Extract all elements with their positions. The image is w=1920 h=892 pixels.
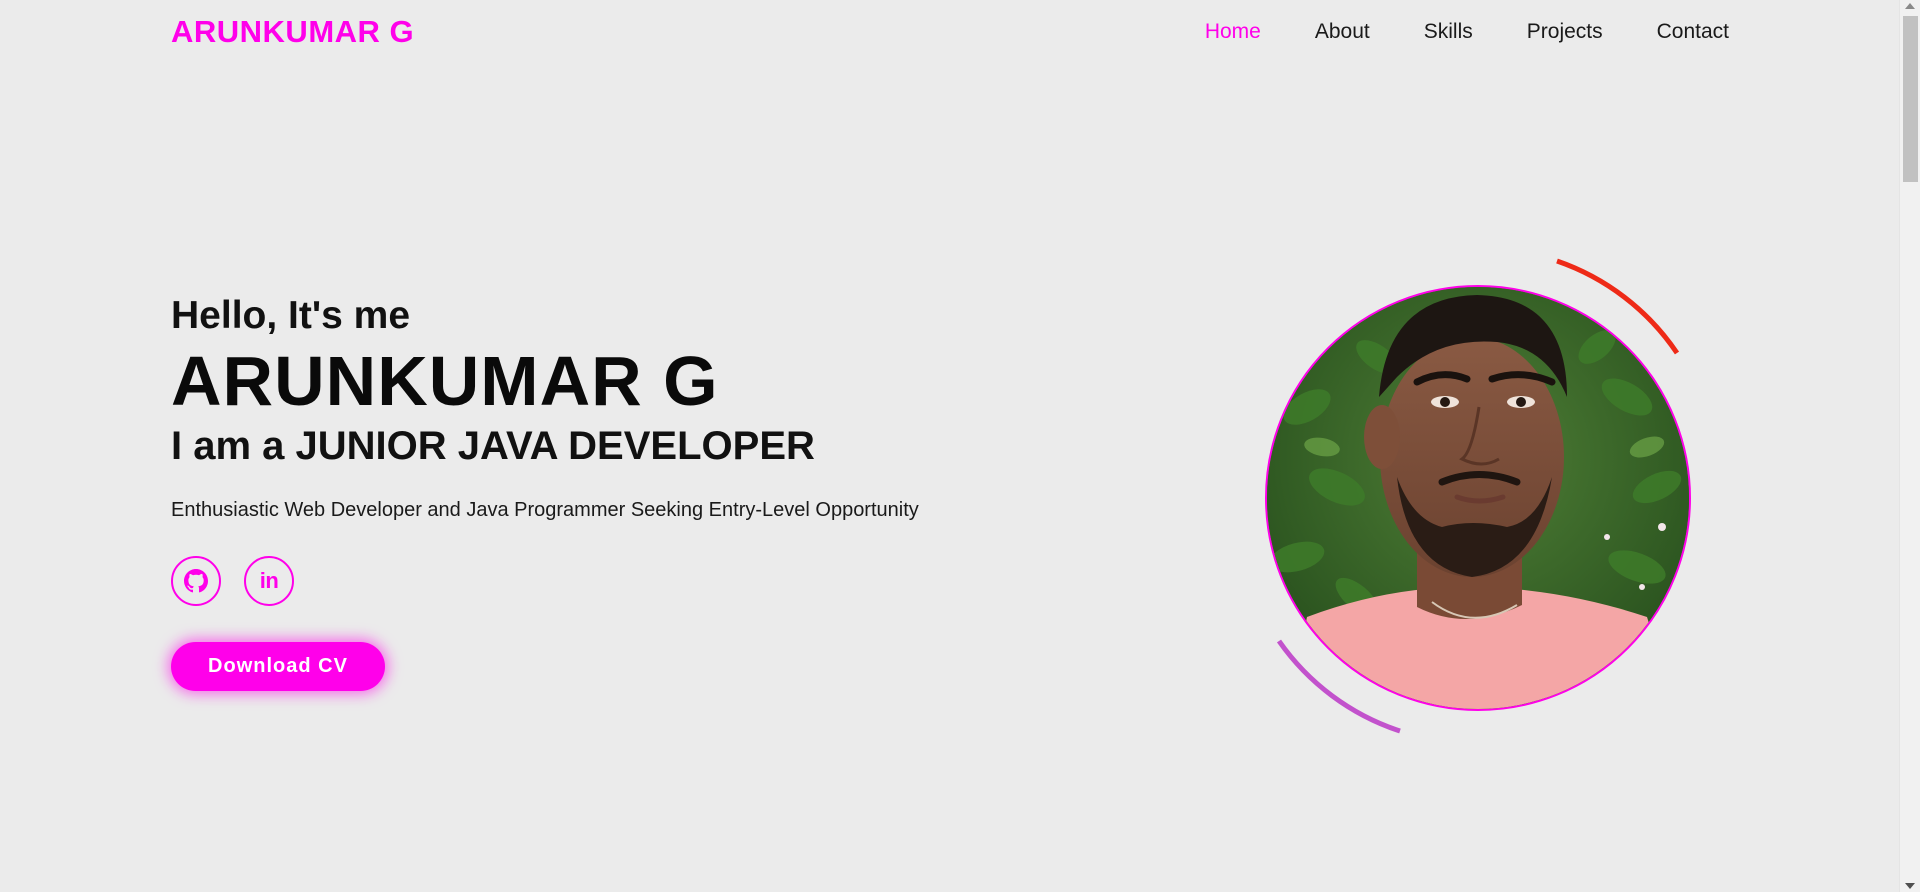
hero-greeting: Hello, It's me	[171, 294, 411, 337]
hero-role: I am a JUNIOR JAVA DEVELOPER	[171, 420, 919, 472]
download-cv-button[interactable]: Download CV	[171, 642, 385, 691]
github-link[interactable]	[171, 556, 221, 606]
hero-section: Hello, It's me ARUNKUMAR G I am a JUNIOR…	[171, 292, 919, 691]
scroll-up-arrow-icon[interactable]	[1905, 3, 1915, 9]
nav-link-about[interactable]: About	[1315, 20, 1370, 44]
linkedin-icon: in	[259, 568, 279, 593]
nav-link-skills[interactable]: Skills	[1424, 20, 1473, 44]
social-links: in	[171, 556, 919, 606]
scroll-down-arrow-icon[interactable]	[1905, 883, 1915, 889]
nav-link-projects[interactable]: Projects	[1527, 20, 1603, 44]
github-icon	[184, 569, 208, 593]
nav-link-home[interactable]: Home	[1205, 20, 1261, 44]
page: ARUNKUMAR G Home About Skills Projects C…	[0, 0, 1920, 892]
vertical-scrollbar[interactable]	[1899, 0, 1920, 892]
hero-name: ARUNKUMAR G	[171, 342, 719, 420]
hero-role-title: JUNIOR JAVA DEVELOPER	[295, 424, 815, 468]
site-logo[interactable]: ARUNKUMAR G	[171, 14, 414, 50]
scrollbar-thumb[interactable]	[1903, 16, 1918, 182]
profile-photo	[1265, 285, 1691, 711]
hero-role-prefix: I am a	[171, 424, 285, 468]
nav-link-contact[interactable]: Contact	[1657, 20, 1729, 44]
hero-tagline: Enthusiastic Web Developer and Java Prog…	[171, 499, 919, 521]
profile-photo-illustration	[1267, 287, 1689, 709]
linkedin-link[interactable]: in	[244, 556, 294, 606]
main-nav: Home About Skills Projects Contact	[1205, 20, 1729, 44]
